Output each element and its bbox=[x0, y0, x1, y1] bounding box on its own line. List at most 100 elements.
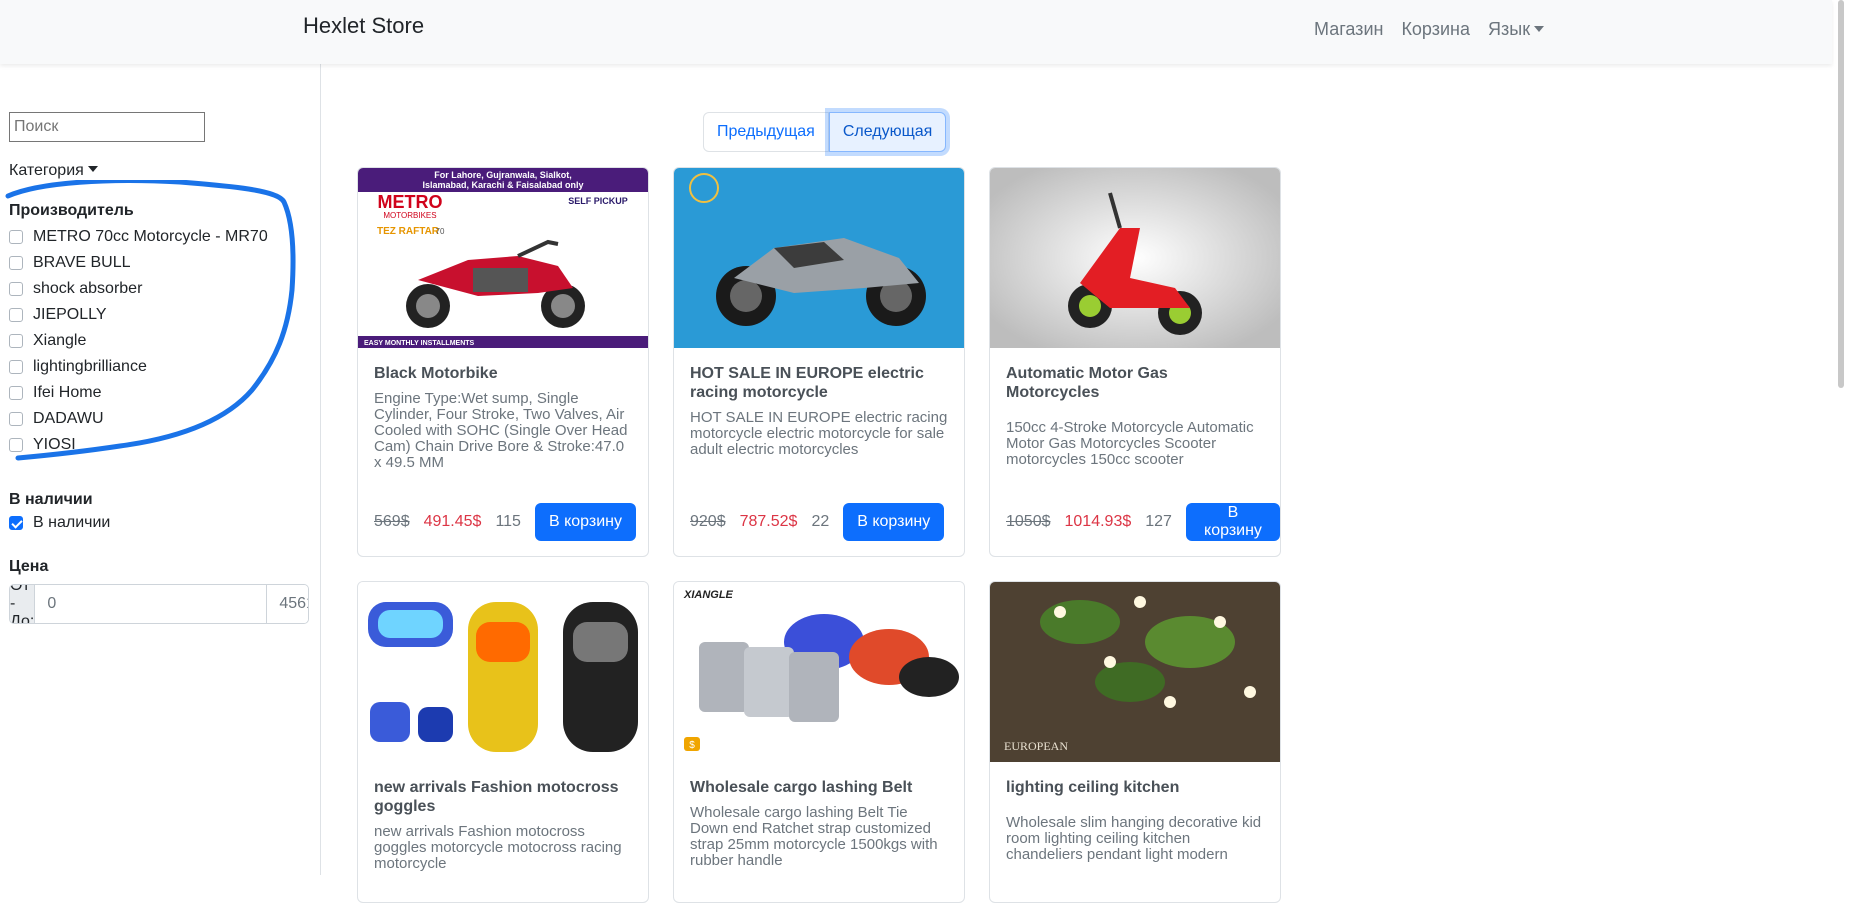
manufacturer-item[interactable]: BRAVE BULL bbox=[9, 250, 268, 276]
product-description: Wholesale cargo lashing Belt Tie Down en… bbox=[690, 804, 938, 869]
store-brand[interactable]: Hexlet Store bbox=[303, 13, 424, 39]
stock-quantity: 127 bbox=[1145, 513, 1172, 530]
manufacturer-item[interactable]: lightingbrilliance bbox=[9, 354, 268, 380]
stock-filter[interactable]: В наличии bbox=[9, 514, 110, 532]
price-from-input[interactable] bbox=[35, 585, 268, 623]
category-label: Категория bbox=[9, 162, 84, 179]
manufacturer-label: YIOSI bbox=[33, 436, 76, 453]
nav-shop-link[interactable]: Магазин bbox=[1314, 19, 1383, 40]
manufacturer-checkbox[interactable] bbox=[9, 412, 23, 426]
manufacturer-item[interactable]: Xiangle bbox=[9, 328, 268, 354]
product-title: lighting ceiling kitchen bbox=[1006, 779, 1180, 796]
manufacturer-checkbox[interactable] bbox=[9, 386, 23, 400]
product-title: HOT SALE IN EUROPE electric racing motor… bbox=[690, 365, 924, 401]
card-body: new arrivals Fashion motocross goggles n… bbox=[358, 762, 648, 872]
product-description: new arrivals Fashion motocross goggles m… bbox=[374, 823, 622, 872]
category-dropdown[interactable]: Категория bbox=[9, 162, 98, 180]
manufacturer-label: lightingbrilliance bbox=[33, 358, 147, 375]
ceiling-lamp-image: EUROPEAN bbox=[990, 582, 1280, 762]
product-description: HOT SALE IN EUROPE electric racing motor… bbox=[690, 409, 948, 458]
card-body: lighting ceiling kitchen Wholesale slim … bbox=[990, 762, 1280, 863]
stock-quantity: 115 bbox=[495, 513, 521, 530]
stock-checkbox[interactable] bbox=[9, 516, 23, 530]
top-navbar: Hexlet Store Магазин Корзина Язык bbox=[0, 0, 1832, 64]
price-title: Цена bbox=[9, 558, 49, 575]
manufacturer-title: Производитель bbox=[9, 202, 134, 219]
cargo-belt-image: XIANGLE $ bbox=[674, 582, 964, 762]
search-input[interactable] bbox=[9, 112, 205, 142]
old-price: 920$ bbox=[690, 513, 726, 530]
manufacturer-label: DADAWU bbox=[33, 410, 104, 427]
stock-label: В наличии bbox=[33, 514, 111, 531]
pagination: Предыдущая Следующая bbox=[703, 112, 947, 152]
card-footer: 920$ 787.52$ 22 В корзину bbox=[690, 503, 945, 541]
manufacturer-checkbox[interactable] bbox=[9, 438, 23, 452]
product-description: Wholesale slim hanging decorative kid ro… bbox=[1006, 814, 1262, 863]
card-footer: 1050$ 1014.93$ 127 В корзину bbox=[1006, 503, 1280, 541]
add-to-cart-button[interactable]: В корзину bbox=[843, 503, 945, 541]
ad-self-pickup: SELF PICKUP bbox=[568, 196, 628, 206]
manufacturer-list: METRO 70cc Motorcycle - MR70 BRAVE BULL … bbox=[9, 224, 268, 458]
ad-model-number: 70 bbox=[436, 227, 445, 236]
add-to-cart-button[interactable]: В корзину bbox=[534, 503, 636, 541]
manufacturer-label: Xiangle bbox=[33, 332, 87, 349]
sale-price: 491.45$ bbox=[423, 513, 482, 530]
manufacturer-checkbox[interactable] bbox=[9, 308, 23, 322]
product-card: XIANGLE $ Wholesale cargo lashing Belt W… bbox=[673, 581, 965, 903]
product-card: new arrivals Fashion motocross goggles n… bbox=[357, 581, 649, 903]
manufacturer-item[interactable]: shock absorber bbox=[9, 276, 268, 302]
page-scrollbar[interactable] bbox=[1838, 0, 1844, 388]
product-description: Engine Type:Wet sump, Single Cylinder, F… bbox=[374, 390, 628, 471]
price-to-input[interactable] bbox=[267, 585, 308, 623]
nav-links: Магазин Корзина Язык bbox=[1314, 19, 1562, 40]
manufacturer-label: Ifei Home bbox=[33, 384, 102, 401]
card-footer: 569$ 491.45$ 115 В корзину bbox=[374, 503, 636, 541]
prev-page-button[interactable]: Предыдущая bbox=[703, 112, 829, 152]
nav-language-dropdown[interactable]: Язык bbox=[1488, 19, 1545, 40]
old-price: 569$ bbox=[374, 513, 410, 530]
product-title: Automatic Motor Gas Motorcycles bbox=[1006, 365, 1168, 401]
stock-title: В наличии bbox=[9, 491, 93, 508]
product-description: 150cc 4-Stroke Motorcycle Automatic Moto… bbox=[1006, 419, 1254, 468]
manufacturer-label: METRO 70cc Motorcycle - MR70 bbox=[33, 228, 268, 245]
manufacturer-checkbox[interactable] bbox=[9, 256, 23, 270]
ad-banner-line2: Islamabad, Karachi & Faisalabad only bbox=[422, 180, 583, 190]
add-to-cart-button[interactable]: В корзину bbox=[1185, 503, 1280, 541]
card-body: Black Motorbike Engine Type:Wet sump, Si… bbox=[358, 348, 648, 471]
nav-cart-link[interactable]: Корзина bbox=[1401, 19, 1470, 40]
card-body: Automatic Motor Gas Motorcycles 150cc 4-… bbox=[990, 348, 1280, 468]
manufacturer-label: BRAVE BULL bbox=[33, 254, 131, 271]
manufacturer-checkbox[interactable] bbox=[9, 334, 23, 348]
next-page-button[interactable]: Следующая bbox=[828, 112, 947, 152]
manufacturer-item[interactable]: Ifei Home bbox=[9, 380, 268, 406]
sale-price: 1014.93$ bbox=[1064, 513, 1132, 530]
red-scooter-image bbox=[990, 168, 1280, 348]
language-label: Язык bbox=[1488, 19, 1531, 39]
ad-footer: EASY MONTHLY INSTALLMENTS bbox=[364, 340, 475, 347]
card-body: HOT SALE IN EUROPE electric racing motor… bbox=[674, 348, 964, 458]
filter-sidebar: Категория Производитель METRO 70cc Motor… bbox=[0, 64, 321, 875]
stock-quantity: 22 bbox=[811, 513, 830, 530]
goggles-image bbox=[358, 582, 648, 762]
manufacturer-checkbox[interactable] bbox=[9, 282, 23, 296]
product-card: HOT SALE IN EUROPE electric racing motor… bbox=[673, 167, 965, 557]
manufacturer-checkbox[interactable] bbox=[9, 360, 23, 374]
manufacturer-item[interactable]: DADAWU bbox=[9, 406, 268, 432]
product-card: EUROPEAN lighting ceiling kitchen Wholes… bbox=[989, 581, 1281, 903]
manufacturer-item[interactable]: JIEPOLLY bbox=[9, 302, 268, 328]
chevron-down-icon bbox=[87, 166, 98, 172]
manufacturer-checkbox[interactable] bbox=[9, 230, 23, 244]
manufacturer-item[interactable]: METRO 70cc Motorcycle - MR70 bbox=[9, 224, 268, 250]
ad-model: TEZ RAFTAR bbox=[377, 226, 440, 237]
ad-brand-sub: MOTORBIKES bbox=[383, 211, 436, 220]
old-price: 1050$ bbox=[1006, 513, 1051, 530]
chevron-down-icon bbox=[1534, 26, 1545, 32]
manufacturer-label: shock absorber bbox=[33, 280, 143, 297]
manufacturer-label: JIEPOLLY bbox=[33, 306, 107, 323]
product-card: Automatic Motor Gas Motorcycles 150cc 4-… bbox=[989, 167, 1281, 557]
product-card: For Lahore, Gujranwala, Sialkot, Islamab… bbox=[357, 167, 649, 557]
electric-motorcycle-image bbox=[674, 168, 964, 348]
motorbike-ad-image: For Lahore, Gujranwala, Sialkot, Islamab… bbox=[358, 168, 648, 348]
image-caption: EUROPEAN bbox=[1004, 739, 1068, 753]
manufacturer-item[interactable]: YIOSI bbox=[9, 432, 268, 458]
